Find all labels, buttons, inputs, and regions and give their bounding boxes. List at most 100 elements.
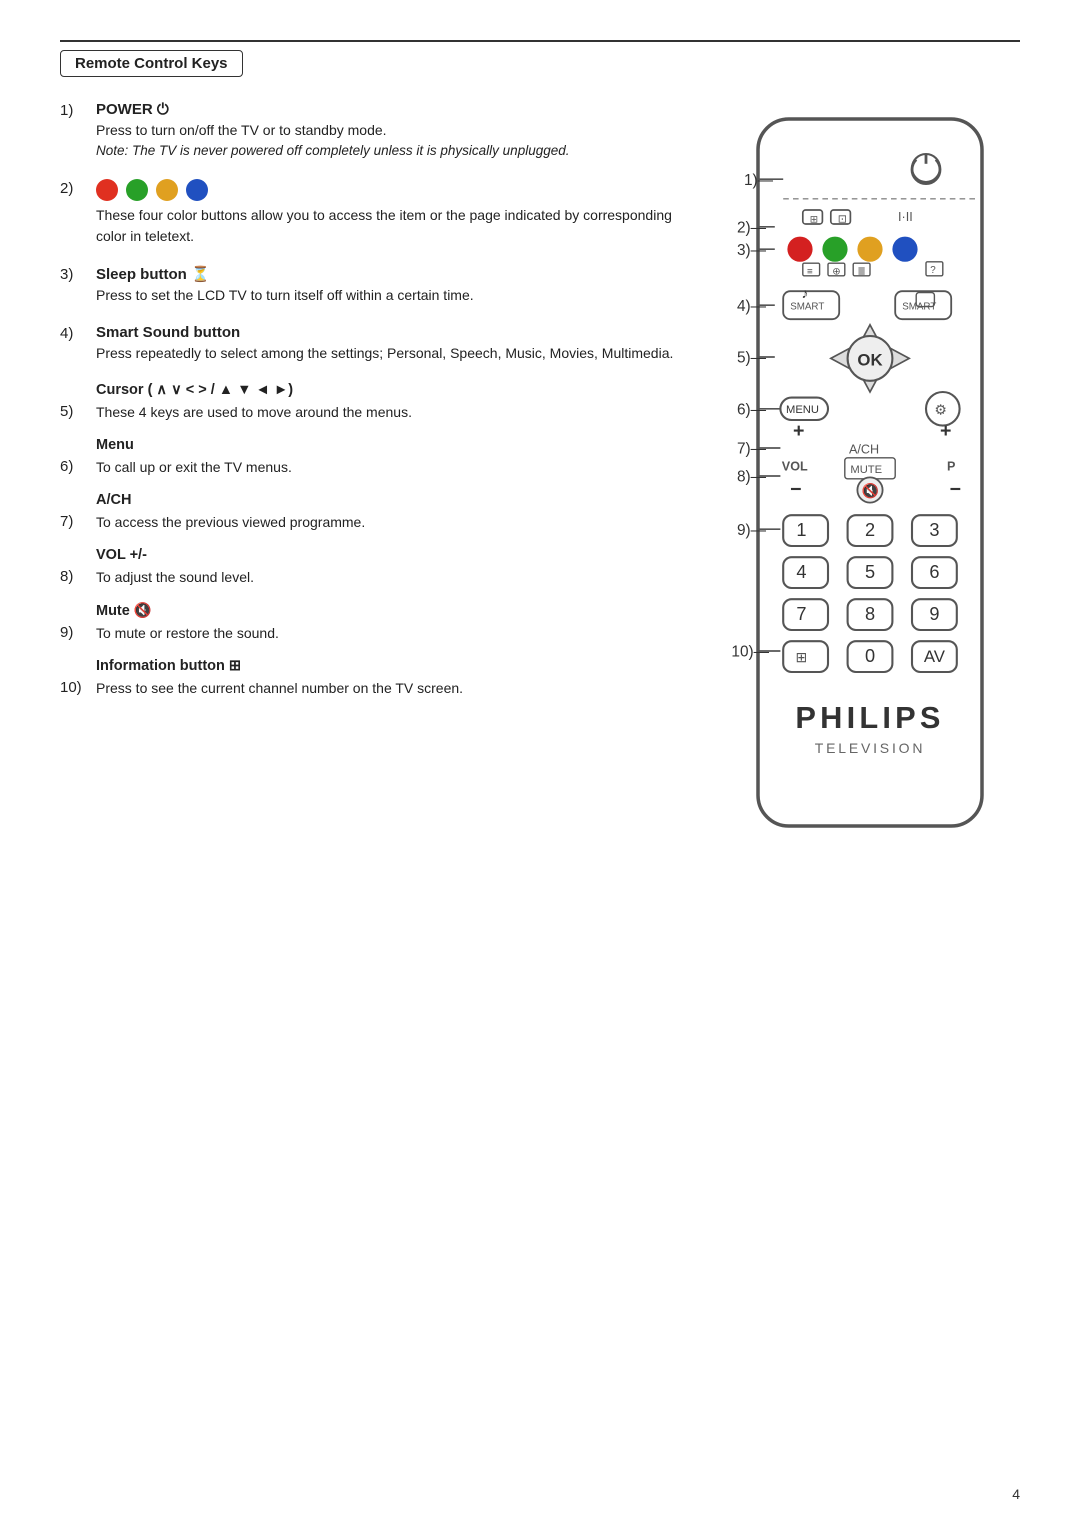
- item-10-group: Information button ⊞ 10) Press to see th…: [60, 658, 680, 699]
- remote-illustration-column: 1)— 2)— ⊞ ⊡ I·II 3)—: [720, 101, 1020, 845]
- item-5-desc: These 4 keys are used to move around the…: [96, 402, 680, 423]
- svg-text:9)—: 9)—: [737, 522, 767, 539]
- section-title: Remote Control Keys: [60, 50, 243, 77]
- item-9-num: 9): [60, 623, 88, 641]
- svg-text:10)—: 10)—: [731, 644, 769, 661]
- top-rule: [60, 40, 1020, 42]
- item-6-desc: To call up or exit the TV menus.: [96, 457, 680, 478]
- descriptions-column: 1) POWER ⏻ Press to turn on/off the TV o…: [60, 101, 680, 713]
- item-8-group: VOL +/- 8) To adjust the sound level.: [60, 547, 680, 588]
- item-8-body: To adjust the sound level.: [96, 567, 680, 588]
- item-6-num: 6): [60, 457, 88, 475]
- svg-text:MUTE: MUTE: [850, 464, 882, 476]
- item-8-subheading: VOL +/-: [96, 547, 680, 563]
- color-dots: [96, 179, 680, 201]
- svg-text:A/CH: A/CH: [849, 443, 879, 457]
- item-1-note: Note: The TV is never powered off comple…: [96, 141, 680, 161]
- item-4-num: 4): [60, 324, 88, 342]
- item-8-desc: To adjust the sound level.: [96, 567, 680, 588]
- remote-svg: 1)— 2)— ⊞ ⊡ I·II 3)—: [730, 111, 1010, 841]
- svg-text:1: 1: [796, 520, 806, 540]
- svg-text:AV: AV: [924, 647, 946, 666]
- svg-text:6: 6: [929, 562, 939, 582]
- svg-text:VOL: VOL: [782, 459, 808, 473]
- svg-text:8)—: 8)—: [737, 469, 767, 486]
- svg-text:3: 3: [929, 520, 939, 540]
- svg-text:TELEVISION: TELEVISION: [815, 740, 925, 756]
- svg-text:9: 9: [929, 604, 939, 624]
- item-6-body: To call up or exit the TV menus.: [96, 457, 680, 478]
- item-1-heading: POWER ⏻: [96, 101, 680, 118]
- item-6-subheading: Menu: [96, 437, 680, 453]
- svg-text:6)—: 6)—: [737, 401, 767, 418]
- svg-text:−: −: [790, 479, 801, 501]
- item-2-desc: These four color buttons allow you to ac…: [96, 205, 680, 247]
- svg-text:7)—: 7)—: [737, 441, 767, 458]
- svg-text:7: 7: [796, 604, 806, 624]
- item-7-num: 7): [60, 512, 88, 530]
- item-4-body: Smart Sound button Press repeatedly to s…: [96, 324, 680, 364]
- svg-text:8: 8: [865, 604, 875, 624]
- item-2-num: 2): [60, 179, 88, 197]
- item-3-desc: Press to set the LCD TV to turn itself o…: [96, 285, 680, 306]
- item-4-heading: Smart Sound button: [96, 324, 680, 341]
- item-1-desc: Press to turn on/off the TV or to standb…: [96, 120, 680, 141]
- item-9-group: Mute 🔇 9) To mute or restore the sound.: [60, 602, 680, 644]
- svg-text:2)—: 2)—: [737, 219, 767, 236]
- svg-text:?: ?: [930, 265, 936, 276]
- svg-text:⊡: ⊡: [838, 214, 847, 226]
- item-6: 6) To call up or exit the TV menus.: [60, 457, 680, 478]
- svg-text:≣: ≣: [857, 266, 865, 277]
- item-5-group: Cursor ( ∧ ∨ < > / ▲ ▼ ◄ ►) 5) These 4 k…: [60, 382, 680, 423]
- svg-text:+: +: [793, 420, 804, 442]
- item-5-subheading: Cursor ( ∧ ∨ < > / ▲ ▼ ◄ ►): [96, 382, 680, 398]
- svg-text:MENU: MENU: [786, 404, 819, 416]
- item-10-num: 10): [60, 678, 88, 696]
- item-2: 2) These four color buttons allow you to…: [60, 179, 680, 247]
- item-3: 3) Sleep button ⏳ Press to set the LCD T…: [60, 265, 680, 306]
- item-1-body: POWER ⏻ Press to turn on/off the TV or t…: [96, 101, 680, 161]
- item-3-num: 3): [60, 265, 88, 283]
- item-9: 9) To mute or restore the sound.: [60, 623, 680, 644]
- svg-text:🔇: 🔇: [862, 483, 879, 500]
- blue-dot: [186, 179, 208, 201]
- item-4: 4) Smart Sound button Press repeatedly t…: [60, 324, 680, 364]
- svg-text:⚙: ⚙: [934, 401, 947, 417]
- item-5-num: 5): [60, 402, 88, 420]
- item-3-body: Sleep button ⏳ Press to set the LCD TV t…: [96, 265, 680, 306]
- svg-text:♪: ♪: [801, 285, 808, 301]
- item-3-heading: Sleep button ⏳: [96, 265, 680, 283]
- item-9-desc: To mute or restore the sound.: [96, 623, 680, 644]
- item-7: 7) To access the previous viewed program…: [60, 512, 680, 533]
- item-2-body: These four color buttons allow you to ac…: [96, 179, 680, 247]
- item-1: 1) POWER ⏻ Press to turn on/off the TV o…: [60, 101, 680, 161]
- red-dot: [96, 179, 118, 201]
- svg-text:0: 0: [865, 646, 875, 666]
- remote-control-image: 1)— 2)— ⊞ ⊡ I·II 3)—: [730, 111, 1010, 845]
- svg-text:−: −: [950, 479, 961, 501]
- svg-text:4)—: 4)—: [737, 298, 767, 315]
- svg-text:≡: ≡: [807, 266, 813, 277]
- svg-text:I·II: I·II: [898, 210, 913, 224]
- svg-text:PHILIPS: PHILIPS: [795, 700, 944, 735]
- svg-text:⊕: ⊕: [832, 266, 840, 277]
- svg-text:SMART: SMART: [790, 301, 824, 312]
- item-5: 5) These 4 keys are used to move around …: [60, 402, 680, 423]
- svg-text:5: 5: [865, 562, 875, 582]
- item-7-body: To access the previous viewed programme.: [96, 512, 680, 533]
- content-layout: 1) POWER ⏻ Press to turn on/off the TV o…: [60, 101, 1020, 845]
- item-5-body: These 4 keys are used to move around the…: [96, 402, 680, 423]
- item-6-group: Menu 6) To call up or exit the TV menus.: [60, 437, 680, 478]
- item-8-num: 8): [60, 567, 88, 585]
- item-4-desc: Press repeatedly to select among the set…: [96, 343, 680, 364]
- svg-text:1)—: 1)—: [744, 172, 774, 189]
- item-10-desc: Press to see the current channel number …: [96, 678, 680, 699]
- green-dot: [126, 179, 148, 201]
- item-7-subheading: A/CH: [96, 492, 680, 508]
- item-10: 10) Press to see the current channel num…: [60, 678, 680, 699]
- item-9-subheading: Mute 🔇: [96, 602, 680, 619]
- item-10-body: Press to see the current channel number …: [96, 678, 680, 699]
- page-number: 4: [1012, 1486, 1020, 1502]
- item-10-subheading: Information button ⊞: [96, 658, 680, 674]
- svg-text:2: 2: [865, 520, 875, 540]
